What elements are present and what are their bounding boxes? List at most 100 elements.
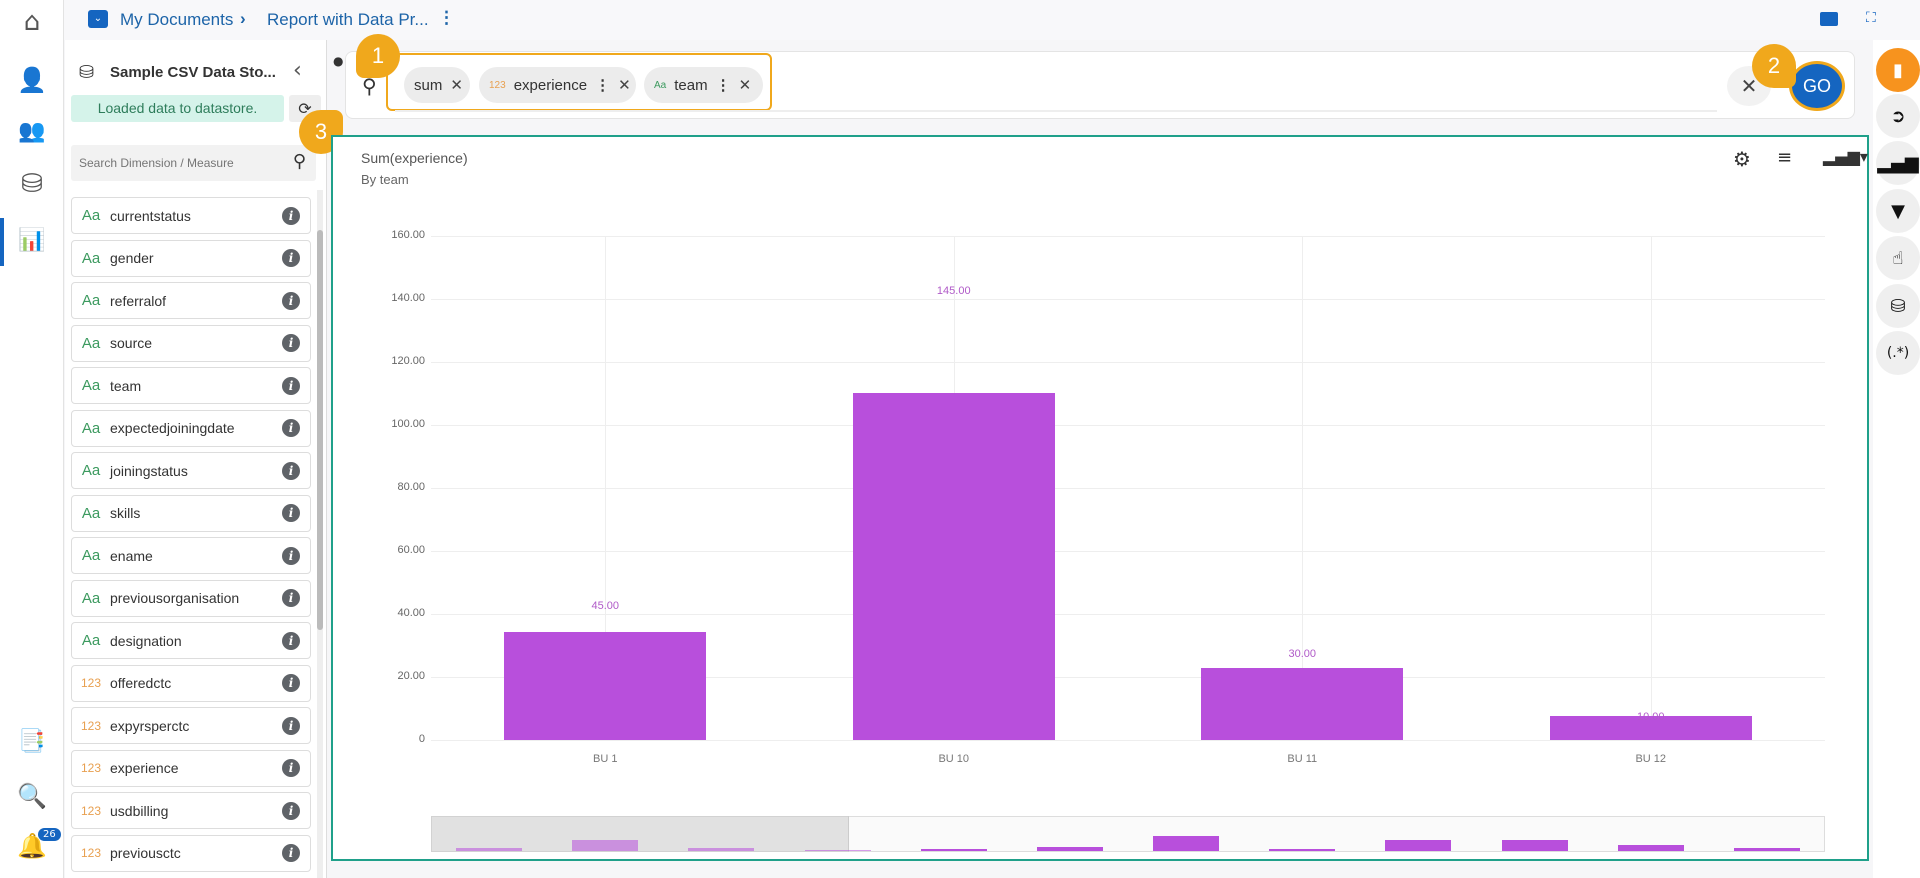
info-icon[interactable]: i bbox=[282, 631, 300, 650]
field-item[interactable]: 123 expyrsperctc i bbox=[71, 707, 311, 744]
database-icon[interactable]: ⛁ bbox=[1876, 284, 1920, 328]
callout-1: 1 bbox=[356, 34, 400, 78]
field-type-icon: Aa bbox=[81, 207, 101, 224]
chip-remove-icon[interactable]: ✕ bbox=[618, 76, 631, 94]
chevron-right-icon: › bbox=[240, 9, 246, 28]
field-type-icon: Aa bbox=[81, 462, 101, 479]
field-item[interactable]: 123 previousctc i bbox=[71, 834, 311, 872]
field-item[interactable]: 123 usdbilling i bbox=[71, 792, 311, 829]
field-item[interactable]: Aa ename i bbox=[71, 537, 311, 574]
field-item[interactable]: Aa skills i bbox=[71, 494, 311, 532]
sliders-icon[interactable]: ≡ bbox=[1777, 147, 1792, 168]
field-search[interactable]: ⚲ bbox=[71, 145, 316, 181]
info-icon[interactable]: i bbox=[282, 249, 300, 267]
field-item[interactable]: 123 offeredctc i bbox=[71, 664, 311, 702]
navigator-bar bbox=[688, 848, 755, 851]
data-search-icon[interactable]: 🔍 bbox=[14, 778, 50, 814]
callout-2: 2 bbox=[1752, 44, 1796, 88]
field-item[interactable]: Aa gender i bbox=[71, 239, 311, 277]
gear-icon[interactable]: ⚙ bbox=[1733, 147, 1751, 171]
info-icon[interactable]: i bbox=[282, 291, 300, 310]
toggle-icon[interactable]: ● bbox=[333, 54, 343, 68]
x-tick-label: BU 11 bbox=[1287, 753, 1318, 765]
breadcrumb-current[interactable]: Report with Data Pr... bbox=[267, 10, 429, 30]
field-name: experience bbox=[110, 760, 179, 776]
info-icon[interactable]: i bbox=[282, 844, 300, 862]
field-item[interactable]: Aa designation i bbox=[71, 622, 311, 659]
info-icon[interactable]: i bbox=[282, 504, 300, 522]
back-arrow-icon[interactable]: ➲ bbox=[1876, 94, 1920, 138]
folder-icon: ⌄ bbox=[88, 10, 108, 28]
data-catalog-icon[interactable]: 📑 bbox=[14, 723, 50, 759]
collapse-panel-icon[interactable]: ‹ bbox=[293, 58, 302, 83]
field-name: gender bbox=[110, 250, 154, 266]
info-icon[interactable]: i bbox=[282, 801, 300, 820]
comment-icon[interactable] bbox=[1820, 12, 1838, 26]
navigator-bar bbox=[1617, 845, 1684, 851]
field-item[interactable]: Aa currentstatus i bbox=[71, 197, 311, 234]
field-item[interactable]: Aa referralof i bbox=[71, 282, 311, 319]
info-icon[interactable]: i bbox=[282, 759, 300, 777]
field-item[interactable]: 123 experience i bbox=[71, 749, 311, 787]
field-item[interactable]: Aa joiningstatus i bbox=[71, 452, 311, 489]
more-options-icon[interactable]: ⋮ bbox=[438, 8, 455, 28]
info-icon[interactable]: i bbox=[282, 206, 300, 225]
field-item[interactable]: Aa expectedjoiningdate i bbox=[71, 409, 311, 447]
chip-menu-icon[interactable]: ⋮ bbox=[716, 76, 731, 94]
navigator-bar bbox=[1036, 847, 1103, 851]
field-item[interactable]: Aa previousorganisation i bbox=[71, 579, 311, 617]
data-label: 45.00 bbox=[591, 600, 620, 613]
pointer-hand-icon[interactable]: ☝ bbox=[1876, 236, 1920, 280]
go-button[interactable]: GO bbox=[1789, 61, 1845, 111]
info-icon[interactable]: i bbox=[282, 716, 300, 735]
users-group-icon[interactable]: 👥 bbox=[14, 113, 50, 149]
y-tick-label: 160.00 bbox=[391, 229, 425, 241]
bar-bu-10[interactable] bbox=[852, 392, 1055, 740]
bar-bu-11[interactable] bbox=[1201, 668, 1404, 740]
sd-card-icon[interactable]: ▮ bbox=[1876, 48, 1920, 92]
scrollbar[interactable] bbox=[317, 190, 323, 878]
navigator-selection[interactable] bbox=[431, 816, 850, 852]
query-chip[interactable]: 123 experience ⋮ ✕ bbox=[479, 67, 636, 103]
field-item[interactable]: Aa source i bbox=[71, 324, 311, 362]
field-name: ename bbox=[110, 547, 153, 564]
field-type-icon: Aa bbox=[81, 632, 101, 649]
info-icon[interactable]: i bbox=[282, 334, 300, 352]
chip-menu-icon[interactable]: ⋮ bbox=[595, 76, 610, 94]
field-type-icon: 123 bbox=[80, 676, 102, 690]
query-chip[interactable]: Aa team ⋮ ✕ bbox=[644, 67, 763, 103]
info-icon[interactable]: i bbox=[282, 546, 300, 565]
info-icon[interactable]: i bbox=[282, 461, 300, 480]
field-name: joiningstatus bbox=[110, 462, 188, 479]
field-type-icon: Aa bbox=[81, 547, 101, 564]
fullscreen-icon[interactable]: ⛶ bbox=[1866, 10, 1876, 26]
home-icon[interactable]: ⌂ bbox=[14, 4, 50, 40]
field-search-input[interactable] bbox=[71, 145, 271, 181]
filter-icon[interactable]: ▼ bbox=[1876, 189, 1920, 233]
datastore-panel: ⛁ Sample CSV Data Sto... ‹ Loaded data t… bbox=[65, 40, 327, 878]
info-icon[interactable]: i bbox=[282, 376, 300, 395]
chip-remove-icon[interactable]: ✕ bbox=[450, 76, 463, 94]
navigator-bar bbox=[1153, 836, 1220, 851]
bar-bu-1[interactable] bbox=[504, 632, 707, 740]
database-icon[interactable]: ⛁ bbox=[14, 166, 50, 202]
vertical-gridline bbox=[1650, 236, 1652, 740]
field-type-icon: 123 bbox=[80, 761, 102, 775]
chart-type-icon[interactable]: ▂▄▆▾ bbox=[1823, 147, 1868, 166]
query-chip[interactable]: sum ✕ bbox=[404, 67, 470, 103]
info-icon[interactable]: i bbox=[282, 589, 300, 607]
status-message: Loaded data to datastore. bbox=[71, 95, 284, 122]
report-designer-icon[interactable]: 📊 bbox=[14, 222, 50, 258]
user-settings-icon[interactable]: 👤 bbox=[14, 62, 50, 98]
navigator-bar bbox=[456, 848, 523, 851]
bar-chart-icon[interactable]: ▂▄▆ bbox=[1876, 141, 1920, 185]
field-item[interactable]: Aa team i bbox=[71, 367, 311, 404]
gridline bbox=[431, 614, 1825, 615]
regex-icon[interactable]: (.*) bbox=[1876, 331, 1920, 375]
search-icon[interactable]: ⚲ bbox=[293, 151, 306, 172]
breadcrumb-root[interactable]: My Documents bbox=[120, 10, 233, 30]
field-name: previousorganisation bbox=[110, 590, 240, 606]
info-icon[interactable]: i bbox=[282, 419, 300, 437]
info-icon[interactable]: i bbox=[282, 674, 300, 692]
chip-remove-icon[interactable]: ✕ bbox=[739, 76, 752, 94]
